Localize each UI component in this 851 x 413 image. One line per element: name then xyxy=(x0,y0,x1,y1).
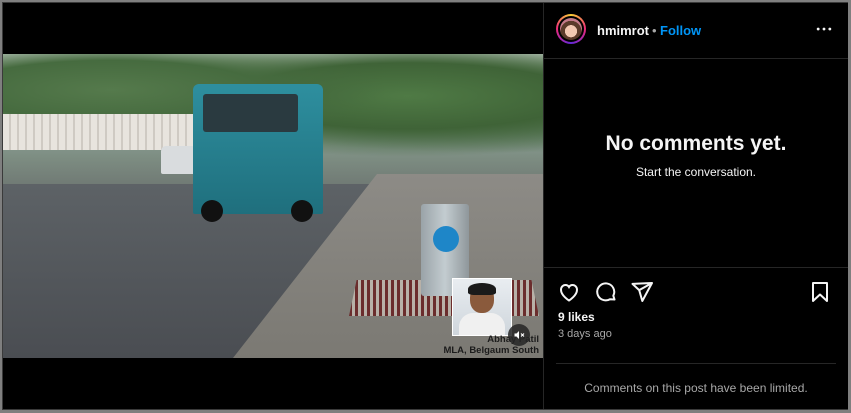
avatar[interactable] xyxy=(556,14,586,44)
truck-wheel xyxy=(291,200,313,222)
video-player[interactable]: Abhay Patil MLA, Belgaum South xyxy=(3,54,543,358)
caption-title: MLA, Belgaum South xyxy=(443,345,539,356)
video-frame-car xyxy=(161,146,197,174)
truck-wheel xyxy=(201,200,223,222)
comment-icon xyxy=(596,282,616,302)
avatar-ring-gap xyxy=(558,16,584,42)
truck-windshield xyxy=(203,94,298,132)
save-icon xyxy=(812,282,828,302)
speaker-hair xyxy=(468,283,496,295)
heart-icon xyxy=(559,283,579,302)
video-frame-fence xyxy=(3,114,193,150)
like-button[interactable] xyxy=(557,280,581,304)
speaker-shirt xyxy=(459,313,505,335)
comment-button[interactable] xyxy=(594,280,618,304)
video-frame-truck xyxy=(193,84,323,222)
avatar-image xyxy=(560,18,582,40)
post-header: hmimrot • Follow xyxy=(544,3,848,59)
empty-comments-subtitle: Start the conversation. xyxy=(635,165,757,179)
post-sidebar: hmimrot • Follow No comments yet. Start … xyxy=(543,3,848,409)
media-pane: Abhay Patil MLA, Belgaum South xyxy=(3,3,543,409)
action-bar xyxy=(544,267,848,302)
comments-limited-notice: Comments on this post have been limited. xyxy=(556,363,836,395)
more-horizontal-icon xyxy=(816,27,832,31)
more-options-button[interactable] xyxy=(812,17,836,41)
username-link[interactable]: hmimrot xyxy=(597,23,649,38)
share-button[interactable] xyxy=(630,280,654,304)
speaker-muted-icon xyxy=(514,331,525,339)
empty-comments-title: No comments yet. xyxy=(605,132,787,155)
save-button[interactable] xyxy=(808,280,832,304)
follow-button[interactable]: Follow xyxy=(660,23,701,38)
share-icon xyxy=(631,282,653,302)
post-timestamp[interactable]: 3 days ago xyxy=(558,328,612,340)
mute-toggle-button[interactable] xyxy=(508,324,530,346)
header-separator: • xyxy=(652,23,657,38)
speaker-inset-photo xyxy=(452,278,512,336)
bin-logo xyxy=(433,226,459,252)
post-dialog: Abhay Patil MLA, Belgaum South hmimrot •… xyxy=(2,2,848,410)
likes-count[interactable]: 9 likes xyxy=(558,310,595,324)
